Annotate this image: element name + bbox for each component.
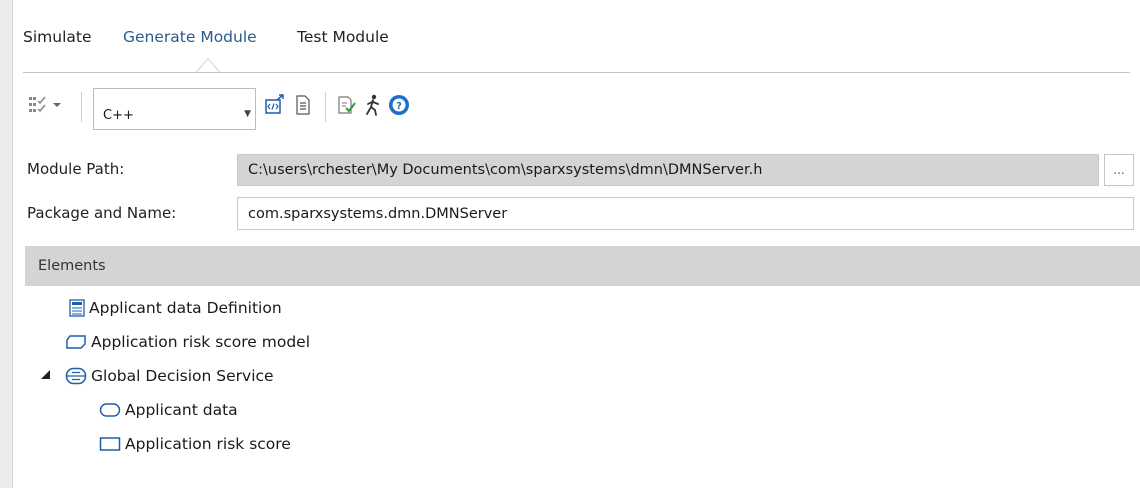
language-value: C++ [103,108,134,123]
dropdown-arrow-icon[interactable] [50,92,64,118]
tab-simulate[interactable]: Simulate [23,28,92,46]
chevron-down-icon: ▼ [244,109,251,119]
language-select[interactable]: C++ ▼ [93,88,256,130]
module-path-label: Module Path: [27,160,125,178]
decision-service-icon [65,367,87,385]
tree-item-label: Application risk score model [91,333,311,351]
package-name-field[interactable]: com.sparxsystems.dmn.DMNServer [237,197,1134,230]
svg-text:?: ? [396,101,402,112]
decision-icon [99,437,121,451]
view-source-icon[interactable] [291,92,315,118]
generate-code-icon[interactable] [263,92,287,118]
business-knowledge-model-icon [66,335,86,349]
browse-button[interactable]: ... [1104,154,1134,186]
tree-item[interactable]: Application risk score model [65,328,310,356]
expand-triangle-icon[interactable] [41,370,50,379]
toolbar-separator [325,92,326,122]
dock-edge [0,0,13,488]
item-definition-icon [69,299,85,317]
toolbar-separator [81,92,82,122]
active-tab-caret [196,58,220,72]
elements-tree: Elements Applicant data Definition Appli… [25,246,1140,488]
element-options-icon[interactable] [25,92,49,118]
tree-item-label: Applicant data Definition [89,299,282,317]
validate-icon[interactable] [335,92,359,118]
tree-item[interactable]: Application risk score [99,430,291,458]
toolbar: C++ ▼ ? [13,88,1140,130]
input-data-icon [99,403,121,417]
tab-underline [23,72,1130,73]
package-name-label: Package and Name: [27,204,177,222]
tree-item[interactable]: Applicant data Definition [69,294,282,322]
module-path-field[interactable]: C:\users\rchester\My Documents\com\sparx… [237,154,1099,186]
generate-module-panel: Simulate Generate Module Test Module C++… [13,0,1140,488]
tree-item-label: Applicant data [125,401,238,419]
elements-header: Elements [25,246,1140,286]
tree-item-label: Application risk score [125,435,291,453]
help-icon[interactable]: ? [387,92,411,118]
tab-test-module[interactable]: Test Module [297,28,389,46]
tree-item[interactable]: Applicant data [99,396,238,424]
tab-bar: Simulate Generate Module Test Module [13,0,1140,74]
run-icon[interactable] [361,92,385,118]
tree-item-label: Global Decision Service [91,367,274,385]
tab-generate-module[interactable]: Generate Module [123,28,257,46]
tree-item[interactable]: Global Decision Service [65,362,274,390]
